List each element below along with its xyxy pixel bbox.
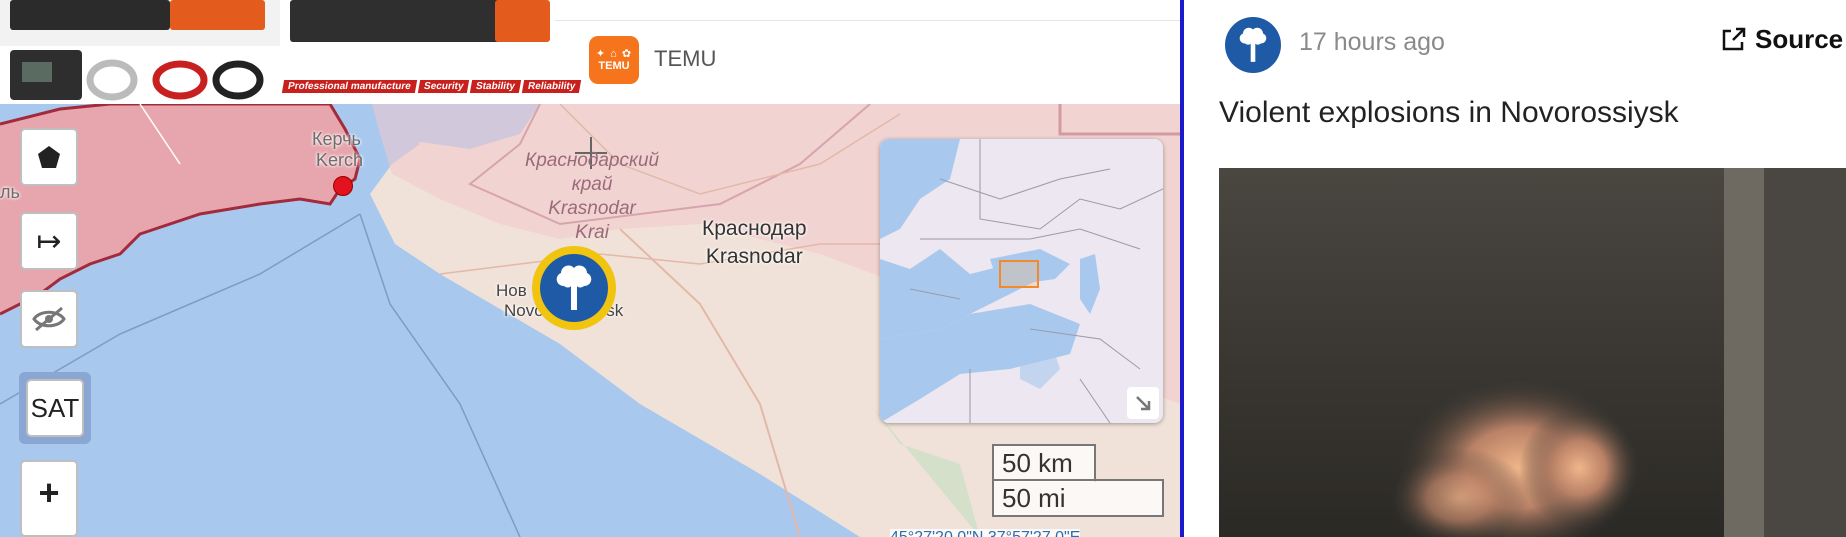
- source-link[interactable]: Source: [1719, 24, 1843, 55]
- zoom-in-label: +: [38, 472, 60, 513]
- ad-tag: Stability: [470, 80, 522, 93]
- advertisement-banner[interactable]: Professional manufacture Security Stabil…: [0, 0, 1180, 105]
- post-panel: 17 hours ago Source Violent explosions i…: [1184, 0, 1846, 537]
- map-label-kerch-en: Kerch: [316, 150, 364, 170]
- map-region-label: Краснодарский край Krasnodar Krai: [525, 149, 659, 245]
- toggle-visibility-button[interactable]: [20, 290, 78, 348]
- ad-tag: Reliability: [522, 80, 582, 93]
- region-en-line2: Krai: [575, 222, 609, 243]
- expand-arrow-icon: [1136, 396, 1151, 411]
- scale-km: 50 km: [992, 444, 1096, 482]
- ad-tag: Professional manufacture: [281, 80, 417, 93]
- ad-banner-tags: Professional manufacture Security Stabil…: [281, 80, 582, 93]
- draw-polygon-button[interactable]: [20, 128, 78, 186]
- avatar[interactable]: [1225, 17, 1281, 73]
- temu-logo-text: TEMU: [598, 59, 630, 72]
- left-pane: Professional manufacture Security Stabil…: [0, 0, 1180, 537]
- map-label-kerch-ru: Керчь: [312, 129, 361, 149]
- measure-button[interactable]: ↦: [20, 212, 78, 270]
- map-view[interactable]: Керчь Kerch ль Краснодарский край Krasno…: [0, 104, 1180, 537]
- map-city-krasnodar: Краснодар Krasnodar: [702, 215, 807, 271]
- region-ru-line2: край: [571, 174, 613, 195]
- explosion-icon: [1239, 27, 1267, 62]
- map-label-left-edge: ль: [0, 182, 20, 202]
- source-label: Source: [1755, 24, 1844, 54]
- zoom-in-button[interactable]: +: [20, 460, 78, 537]
- post-photo[interactable]: [1219, 168, 1846, 537]
- minimap-map: [880, 139, 1163, 423]
- eye-off-icon: [32, 306, 66, 332]
- krasnodar-ru: Краснодар: [702, 217, 807, 240]
- post-timestamp: 17 hours ago: [1299, 28, 1445, 56]
- temu-logo[interactable]: ✦ ⌂ ✿ TEMU: [589, 36, 639, 84]
- polygon-icon: [38, 146, 60, 168]
- ad-divider: [555, 20, 1180, 21]
- krasnodar-en: Krasnodar: [705, 245, 803, 268]
- minimap[interactable]: [880, 139, 1163, 423]
- temu-logo-symbols: ✦ ⌂ ✿: [595, 47, 633, 60]
- coordinates-readout: 45°27'20.0"N 37°57'27.0"E: [890, 529, 1081, 537]
- external-link-icon: [1722, 27, 1746, 50]
- minimap-expand-button[interactable]: [1127, 387, 1159, 419]
- region-ru-line1: Краснодарский: [525, 150, 660, 171]
- region-en-line1: Krasnodar: [548, 198, 636, 219]
- explosion-photo: [1219, 168, 1846, 537]
- explosion-icon: [540, 254, 608, 322]
- location-pin[interactable]: [333, 176, 353, 196]
- measure-arrow-icon: ↦: [36, 224, 62, 258]
- sat-label: SAT: [30, 392, 80, 423]
- scale-mi: 50 mi: [992, 479, 1164, 517]
- satellite-toggle-button[interactable]: SAT: [26, 379, 84, 437]
- novo-ru-start: Нов: [496, 281, 527, 300]
- ad-brand-name[interactable]: TEMU: [654, 46, 716, 72]
- ad-tag: Security: [417, 80, 470, 93]
- post-headline: Violent explosions in Novorossiysk: [1219, 96, 1679, 129]
- event-marker[interactable]: [532, 246, 616, 330]
